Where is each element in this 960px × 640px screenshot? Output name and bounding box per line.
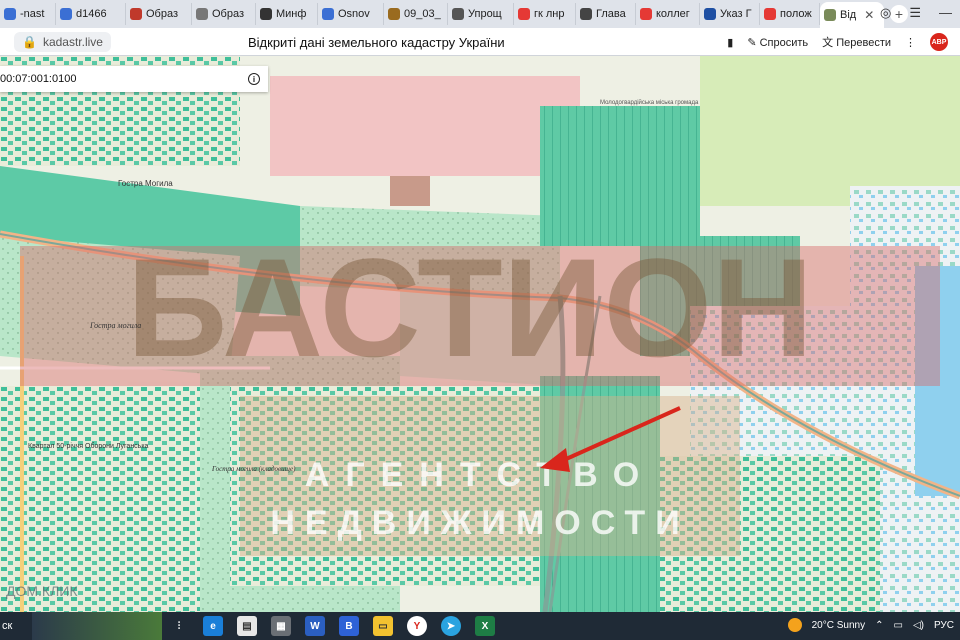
browser-tab[interactable]: d1466 <box>56 3 126 25</box>
tab-favicon-icon <box>640 8 652 20</box>
tab-label: Указ Г <box>720 8 752 20</box>
yandex-icon[interactable]: Y <box>407 616 427 636</box>
tab-strip: -nast d1466 Образ Образ Минф Osnov 09_03_ Упрощ… <box>0 0 960 28</box>
browser-tab[interactable]: полож <box>760 3 820 25</box>
browser-tab[interactable]: 09_03_ <box>384 3 448 25</box>
page-title: Відкриті дані земельного кадастру Україн… <box>248 35 505 50</box>
tab-label: полож <box>780 8 812 20</box>
lock-icon: 🔒 <box>22 34 37 49</box>
tab-label: Образ <box>146 8 179 20</box>
browser-tab[interactable]: Від ✕ <box>820 2 884 28</box>
browser-tab[interactable]: Глава <box>576 3 636 25</box>
label-gostra-mid: Гостра могила <box>89 321 141 330</box>
tab-label: Від <box>840 9 857 21</box>
browser-tab[interactable]: Указ Г <box>700 3 760 25</box>
label-gostra-bottom: Гостра могила (кладовище) <box>211 465 296 473</box>
info-icon[interactable]: i <box>248 73 260 85</box>
minimize-icon[interactable]: — <box>939 5 952 21</box>
cadastre-search-box[interactable]: 00:07:001:0100 i <box>0 66 268 92</box>
corner-logo: ДОМ.КЛИК <box>6 583 78 599</box>
volume-icon[interactable]: ◁) <box>913 620 924 631</box>
tab-favicon-icon <box>388 8 400 20</box>
bitwarden-icon[interactable]: B <box>339 616 359 636</box>
label-kvartal: Квартал 50-річчя Оборони Луганська <box>28 442 149 450</box>
task-view-icon[interactable]: ⫶ <box>169 616 189 636</box>
tab-favicon-icon <box>518 8 530 20</box>
language-indicator[interactable]: РУС <box>934 620 954 631</box>
close-tab-icon[interactable]: ✕ <box>864 8 874 22</box>
tab-label: Минф <box>276 8 307 20</box>
label-street-top: Молодогвардійська міська громада <box>600 99 699 106</box>
browser-tab[interactable]: Образ <box>126 3 192 25</box>
tab-favicon-icon <box>764 8 776 20</box>
watermark-agency: АГЕНТСТВО <box>305 456 655 494</box>
menu-icon[interactable]: ☰ <box>909 5 921 21</box>
url-field[interactable]: 🔒 kadastr.live <box>14 31 111 52</box>
search-area-text[interactable]: ск <box>2 620 32 632</box>
tab-favicon-icon <box>452 8 464 20</box>
files-icon[interactable]: ▤ <box>237 616 257 636</box>
folder-icon[interactable]: ▭ <box>373 616 393 636</box>
chevron-up-icon[interactable]: ⌃ <box>875 620 883 631</box>
ask-button[interactable]: ✎ Спросить <box>747 36 808 49</box>
more-icon[interactable]: ⋮ <box>905 36 916 49</box>
edge-icon[interactable]: e <box>203 616 223 636</box>
tab-favicon-icon <box>4 8 16 20</box>
tab-label: Упрощ <box>468 8 502 20</box>
tab-label: 09_03_ <box>404 8 441 20</box>
browser-tab[interactable]: гк лнр <box>514 3 576 25</box>
browser-tab[interactable]: Минф <box>256 3 318 25</box>
network-icon[interactable]: ▭ <box>893 620 902 631</box>
tab-favicon-icon <box>60 8 72 20</box>
word-icon[interactable]: W <box>305 616 325 636</box>
tab-favicon-icon <box>196 8 208 20</box>
translate-button[interactable]: 文 Перевести <box>822 34 891 50</box>
tab-label: гк лнр <box>534 8 565 20</box>
browser-tab[interactable]: Упрощ <box>448 3 514 25</box>
bookmark-icon[interactable]: ▮ <box>727 36 733 49</box>
search-input[interactable]: 00:07:001:0100 <box>0 73 76 85</box>
calculator-icon[interactable]: ▦ <box>271 616 291 636</box>
os-taskbar: ск ⫶ e ▤ ▦ W B ▭ Y ➤ X 20°C Sunny ⌃ ▭ ◁)… <box>0 612 960 640</box>
browser-tab[interactable]: коллег <box>636 3 700 25</box>
watermark-bastion: БАСТИОН <box>127 229 814 386</box>
map-canvas[interactable]: БАСТИОН АГЕНТСТВО НЕДВИЖИМОСТИ Гостра Мо… <box>0 56 960 612</box>
tab-label: коллег <box>656 8 690 20</box>
label-gostra-top: Гостра Могила <box>118 179 173 188</box>
telegram-icon[interactable]: ➤ <box>441 616 461 636</box>
browser-tab[interactable]: Образ <box>192 3 256 25</box>
watermark-realestate: НЕДВИЖИМОСТИ <box>270 504 689 542</box>
tab-favicon-icon <box>704 8 716 20</box>
weather-text[interactable]: 20°C Sunny <box>812 620 865 631</box>
adblock-icon[interactable]: ABP <box>930 33 948 51</box>
excel-icon[interactable]: X <box>475 616 495 636</box>
tab-label: d1466 <box>76 8 107 20</box>
tab-label: Osnov <box>338 8 370 20</box>
tab-favicon-icon <box>824 9 836 21</box>
tab-favicon-icon <box>260 8 272 20</box>
tab-label: Образ <box>212 8 245 20</box>
profile-icon[interactable]: ◎ <box>880 5 891 21</box>
window-controls: ◎ ☰ — <box>880 5 952 21</box>
cadastre-map[interactable]: БАСТИОН АГЕНТСТВО НЕДВИЖИМОСТИ Гостра Мо… <box>0 56 960 612</box>
tab-favicon-icon <box>322 8 334 20</box>
search-highlight-image <box>32 612 162 640</box>
url-text: kadastr.live <box>42 34 103 49</box>
tab-label: -nast <box>20 8 45 20</box>
browser-tab[interactable]: Osnov <box>318 3 384 25</box>
browser-tab[interactable]: -nast <box>0 3 56 25</box>
system-tray: 20°C Sunny ⌃ ▭ ◁) РУС <box>787 618 954 632</box>
address-bar: 🔒 kadastr.live Відкриті дані земельного … <box>0 28 960 56</box>
tab-label: Глава <box>596 8 626 20</box>
tab-favicon-icon <box>580 8 592 20</box>
sun-icon <box>787 618 802 632</box>
tab-favicon-icon <box>130 8 142 20</box>
